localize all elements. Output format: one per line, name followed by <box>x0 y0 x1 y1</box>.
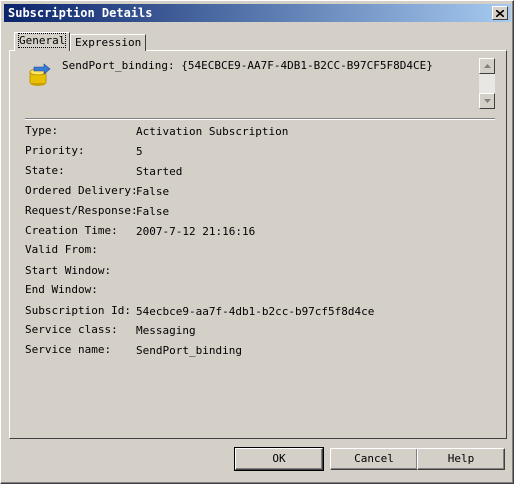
title-bar[interactable]: Subscription Details <box>4 4 511 22</box>
property-label: Type: <box>25 124 59 137</box>
property-label: Valid From: <box>25 243 98 256</box>
property-label: Subscription Id: <box>25 304 131 317</box>
arrow-up-icon <box>483 64 491 68</box>
close-icon <box>496 9 504 17</box>
header-scrollbar[interactable] <box>479 58 495 109</box>
property-label: Service name: <box>25 343 112 356</box>
send-port-icon <box>25 63 53 91</box>
scroll-up-button[interactable] <box>479 58 495 74</box>
property-value: Messaging <box>136 324 196 337</box>
close-button[interactable] <box>492 6 508 20</box>
property-label: Ordered Delivery: <box>25 184 138 197</box>
property-label: Service class: <box>25 323 118 336</box>
scroll-down-button[interactable] <box>479 93 495 109</box>
property-label: Priority: <box>25 144 85 157</box>
tab-general[interactable]: General <box>14 32 71 51</box>
property-value: False <box>136 185 170 198</box>
ok-button[interactable]: OK <box>234 447 324 471</box>
property-label: Request/Response: <box>25 204 138 217</box>
property-label: End Window: <box>25 283 98 296</box>
arrow-down-icon <box>483 99 491 103</box>
separator <box>25 118 495 120</box>
property-value: SendPort_binding <box>136 344 242 357</box>
cancel-button[interactable]: Cancel <box>330 448 418 470</box>
window-title: Subscription Details <box>8 6 153 20</box>
tab-expression-label: Expression <box>75 36 142 49</box>
subscription-details-dialog: Subscription Details General Expression … <box>0 0 514 484</box>
help-button[interactable]: Help <box>417 448 505 470</box>
property-value: 54ecbce9-aa7f-4db1-b2cc-b97cf5f8d4ce <box>136 305 375 318</box>
property-value: Started <box>136 165 183 178</box>
property-label: State: <box>25 164 65 177</box>
subscription-header-text: SendPort_binding: {54ECBCE9-AA7F-4DB1-B2… <box>62 59 433 72</box>
property-value: False <box>136 205 170 218</box>
tab-general-label: General <box>17 33 67 48</box>
property-label: Start Window: <box>25 264 112 277</box>
property-value: 5 <box>136 145 143 158</box>
tab-expression[interactable]: Expression <box>70 34 147 51</box>
property-value: Activation Subscription <box>136 125 289 138</box>
property-label: Creation Time: <box>25 224 118 237</box>
property-value: 2007-7-12 21:16:16 <box>136 225 256 238</box>
